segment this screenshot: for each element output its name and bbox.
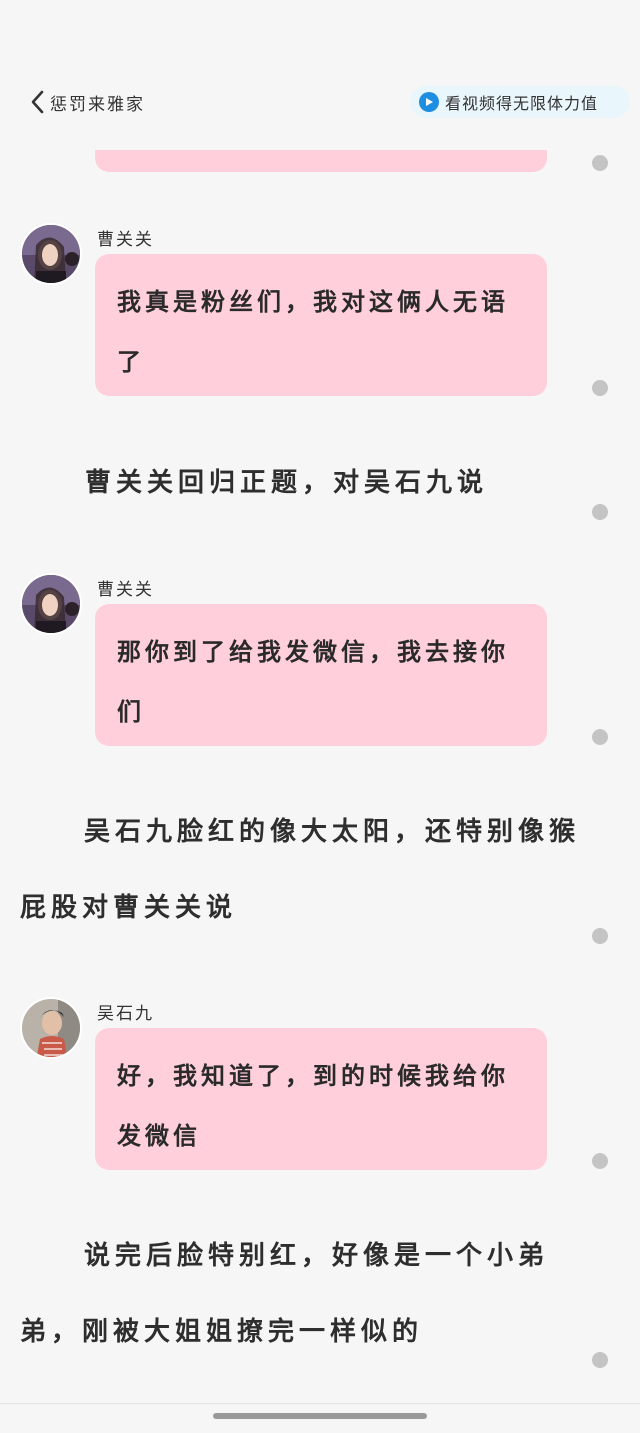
speaker-name: 曹关关 [97,230,154,250]
story-title: 惩罚来雅家 [50,94,145,115]
play-icon [419,92,439,112]
comment-dot-icon[interactable] [592,1153,608,1169]
back-button[interactable]: 惩罚来雅家 [30,86,145,118]
comment-dot-icon[interactable] [592,380,608,396]
avatar[interactable] [20,223,82,285]
chevron-left-icon [30,90,44,114]
narration-text: 曹关关回归正题，对吴石九说 [85,468,489,498]
previous-message-bubble [95,150,547,172]
comment-dot-icon[interactable] [592,155,608,171]
comment-dot-icon[interactable] [592,729,608,745]
comment-dot-icon[interactable] [592,928,608,944]
speaker-name: 曹关关 [97,580,154,600]
top-bar [0,0,640,150]
narration-text: 说完后脸特别红，好像是一个小弟弟，刚被大姐姐撩完一样似的 [20,1241,550,1347]
message-bubble: 那你到了给我发微信，我去接你们 [95,604,547,746]
message-bubble: 我真是粉丝们，我对这俩人无语了 [95,254,547,396]
divider [0,1403,640,1404]
avatar[interactable] [20,573,82,635]
home-indicator[interactable] [213,1413,427,1419]
speaker-name: 吴石九 [97,1004,154,1024]
comment-dot-icon[interactable] [592,1352,608,1368]
watch-video-energy-button[interactable]: 看视频得无限体力值 [410,86,630,118]
promo-label: 看视频得无限体力值 [445,94,599,113]
narration-text: 吴石九脸红的像大太阳，还特别像猴屁股对曹关关说 [20,817,581,923]
avatar[interactable] [20,997,82,1059]
comment-dot-icon[interactable] [592,504,608,520]
message-bubble: 好，我知道了，到的时候我给你发微信 [95,1028,547,1170]
